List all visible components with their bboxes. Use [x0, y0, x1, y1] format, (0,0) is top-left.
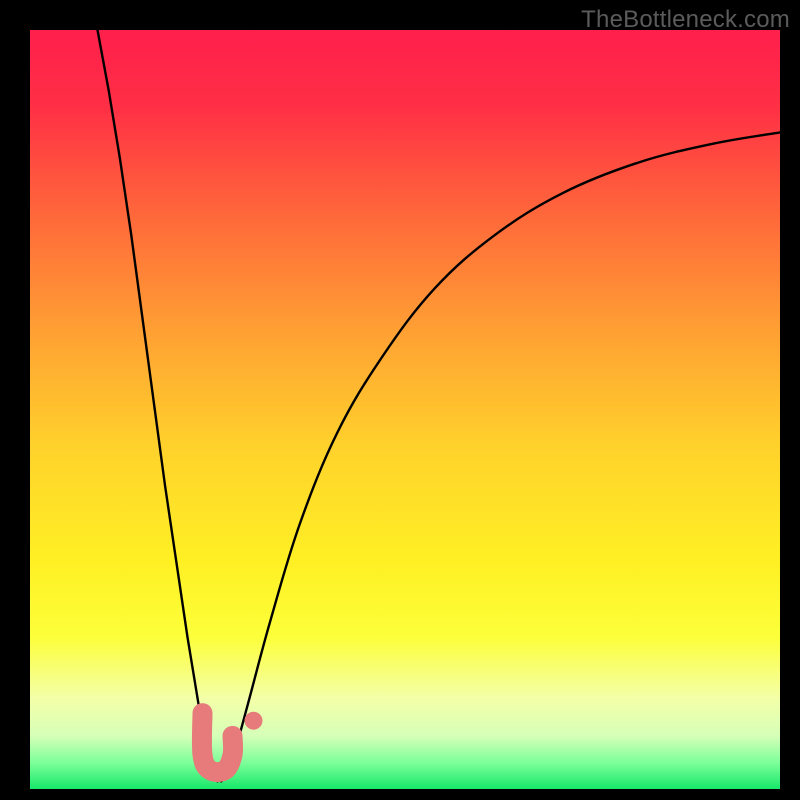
plot-area [30, 30, 780, 789]
gradient-background [30, 30, 780, 789]
marker-pink-dot [245, 712, 263, 730]
outer-frame: TheBottleneck.com [0, 0, 800, 800]
